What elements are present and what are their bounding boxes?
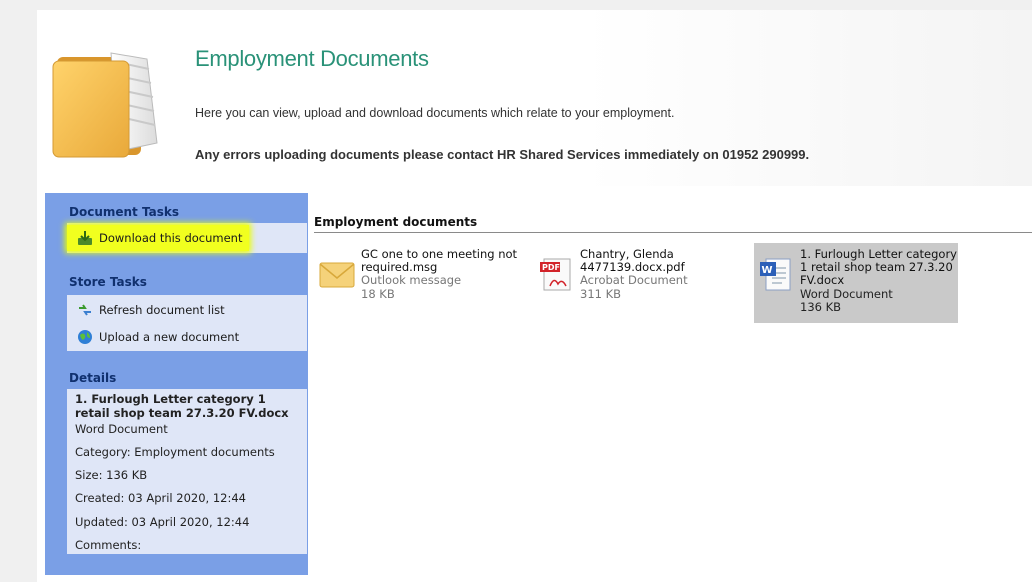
details-comments: Comments: xyxy=(75,537,142,552)
upload-new-document-label: Upload a new document xyxy=(99,330,240,344)
globe-upload-icon xyxy=(78,330,92,344)
document-type: Word Document xyxy=(800,286,893,301)
details-updated: Updated: 03 April 2020, 12:44 xyxy=(75,514,250,529)
word-doc-icon: W xyxy=(760,258,791,291)
folder-icon xyxy=(52,52,158,158)
document-text: GC one to one meeting not required.msg O… xyxy=(361,247,525,301)
document-name: 1. Furlough Letter category 1 retail sho… xyxy=(800,247,957,288)
details-category: Category: Employment documents xyxy=(75,444,275,459)
store-tasks-title: Store Tasks xyxy=(69,275,147,289)
envelope-icon xyxy=(319,262,355,288)
refresh-icon xyxy=(79,304,91,316)
document-size: 311 KB xyxy=(580,286,622,301)
document-size: 136 KB xyxy=(800,299,842,314)
details-created: Created: 03 April 2020, 12:44 xyxy=(75,491,246,506)
document-name: GC one to one meeting not required.msg xyxy=(361,247,518,275)
task-pane: Document Tasks Download this document St… xyxy=(45,193,308,575)
page: Employment Documents Here you can view, … xyxy=(37,10,1032,582)
intro-text: Here you can view, upload and download d… xyxy=(195,106,675,120)
upload-new-document-link[interactable]: Upload a new document xyxy=(67,324,307,350)
details-body: 1. Furlough Letter category 1 retail sho… xyxy=(67,389,307,554)
download-document-label: Download this document xyxy=(99,231,243,245)
document-tasks-body: Download this document xyxy=(67,223,307,253)
svg-text:W: W xyxy=(762,265,773,276)
document-item[interactable]: PDF Chantry, Glenda 4477139.docx.pdf Acr… xyxy=(534,247,734,332)
notice-text: Any errors uploading documents please co… xyxy=(195,147,810,162)
store-tasks-body: Refresh document list Upload a new docum… xyxy=(67,295,307,351)
document-type: Outlook message xyxy=(361,273,462,288)
pdf-icon: PDF xyxy=(540,258,571,291)
document-item-selected[interactable]: W 1. Furlough Letter category 1 retail s… xyxy=(754,243,958,323)
document-text: 1. Furlough Letter category 1 retail sho… xyxy=(800,247,958,314)
download-document-link[interactable]: Download this document xyxy=(67,225,249,251)
page-title: Employment Documents xyxy=(195,46,429,71)
details-title: Details xyxy=(69,371,117,385)
document-name: Chantry, Glenda 4477139.docx.pdf xyxy=(580,247,685,275)
details-file-type: Word Document xyxy=(75,421,168,436)
refresh-document-list-label: Refresh document list xyxy=(99,303,225,317)
document-text: Chantry, Glenda 4477139.docx.pdf Acrobat… xyxy=(580,247,744,301)
document-item[interactable]: GC one to one meeting not required.msg O… xyxy=(315,247,525,332)
documents-section-title: Employment documents xyxy=(314,215,478,229)
refresh-document-list-link[interactable]: Refresh document list xyxy=(67,297,307,323)
document-size: 18 KB xyxy=(361,286,395,301)
details-size: Size: 136 KB xyxy=(75,468,148,483)
svg-text:PDF: PDF xyxy=(542,263,560,272)
page-header: Employment Documents Here you can view, … xyxy=(37,10,1032,186)
document-tasks-title: Document Tasks xyxy=(69,205,179,219)
document-type: Acrobat Document xyxy=(580,273,688,288)
download-icon xyxy=(78,231,92,245)
details-file-name: 1. Furlough Letter category 1 retail sho… xyxy=(75,392,289,420)
section-divider xyxy=(314,232,1032,233)
